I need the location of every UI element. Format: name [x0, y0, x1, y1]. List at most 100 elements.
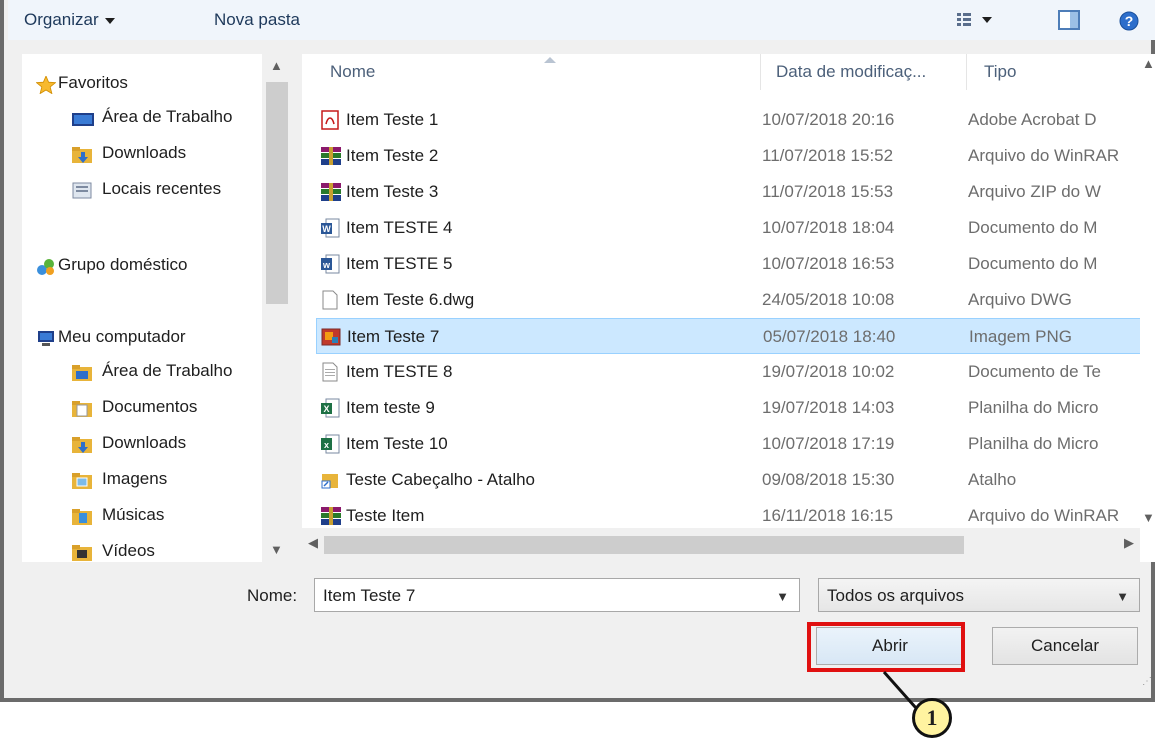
file-type: Imagem PNG — [969, 327, 1072, 346]
scroll-up-arrow-icon[interactable]: ▲ — [270, 58, 283, 73]
organize-label: Organizar — [24, 10, 99, 29]
file-type: Adobe Acrobat D — [968, 110, 1097, 129]
documents-folder-icon — [72, 398, 92, 417]
videos-folder-icon — [72, 542, 92, 561]
file-type: Arquivo do WinRAR — [968, 146, 1120, 165]
scroll-down-arrow-icon[interactable]: ▼ — [1142, 510, 1155, 525]
file-name-input[interactable]: Item Teste 7 ▼ — [314, 578, 800, 612]
excel-xlsx-icon: x — [320, 434, 340, 454]
shortcut-icon — [320, 470, 340, 490]
file-type: Arquivo ZIP do W — [968, 182, 1101, 201]
file-name: Teste Cabeçalho - Atalho — [346, 470, 536, 489]
chevron-down-icon[interactable]: ▼ — [776, 589, 789, 604]
homegroup-icon — [36, 256, 54, 275]
file-date: 10/07/2018 20:16 — [762, 110, 895, 129]
file-date: 11/07/2018 15:52 — [762, 146, 894, 165]
organize-menu[interactable]: Organizar — [24, 10, 115, 30]
nav-label: Área de Trabalho — [102, 107, 233, 126]
file-row[interactable]: w Item TESTE 5 10/07/2018 16:53 Documento d… — [316, 246, 1144, 282]
toolbar: Organizar Nova pasta ? — [8, 0, 1155, 40]
file-row[interactable]: Item Teste 6.dwg 24/05/2018 10:08 Arquivo … — [316, 282, 1144, 318]
nav-label: Imagens — [102, 469, 168, 488]
scroll-left-arrow-icon[interactable]: ◀ — [308, 535, 318, 551]
column-header-date[interactable]: Data de modificaç... — [776, 62, 926, 82]
preview-pane-icon[interactable] — [1058, 10, 1080, 35]
file-list-horizontal-scrollbar[interactable]: ◀ ▶ — [302, 528, 1144, 562]
file-type: Planilha do Micro — [968, 398, 1099, 417]
file-name: Item TESTE 4 — [346, 218, 453, 237]
file-name-label: Nome: — [247, 586, 298, 605]
desktop-folder-icon — [72, 362, 92, 381]
chevron-down-icon[interactable]: ▼ — [1116, 589, 1129, 604]
file-list-vertical-scrollbar[interactable]: ▲ ▼ — [1140, 54, 1155, 562]
resize-grip-icon[interactable]: ⋰ — [1142, 676, 1152, 687]
file-date: 10/07/2018 18:04 — [762, 218, 895, 237]
file-date: 05/07/2018 18:40 — [763, 327, 896, 346]
svg-text:?: ? — [1125, 13, 1134, 29]
column-header-type[interactable]: Tipo — [984, 62, 1016, 82]
file-date: 09/08/2018 15:30 — [762, 470, 895, 489]
file-date: 11/07/2018 15:53 — [762, 182, 894, 201]
file-date: 24/05/2018 10:08 — [762, 290, 895, 309]
file-row[interactable]: Item Teste 1 10/07/2018 20:16 Adobe Acroba… — [316, 102, 1144, 138]
file-name: Item Teste 7 — [347, 327, 440, 346]
nav-label: Favoritos — [58, 73, 128, 92]
file-type: Atalho — [968, 470, 1017, 489]
file-row[interactable]: X Item teste 9 19/07/2018 14:03 Planilha do… — [316, 390, 1144, 426]
svg-text:x: x — [324, 440, 329, 450]
new-folder-button[interactable]: Nova pasta — [214, 10, 300, 30]
file-name: Teste Item — [346, 506, 425, 525]
file-row[interactable]: Teste Cabeçalho - Atalho 09/08/2018 15:30… — [316, 462, 1144, 498]
navigation-pane: Favoritos Área de Trabalho Downloads Loc… — [22, 54, 262, 562]
desktop-icon — [72, 108, 94, 126]
chevron-down-icon — [104, 17, 115, 24]
file-name-value: Item Teste 7 — [323, 586, 416, 605]
file-type-value: Todos os arquivos — [827, 586, 965, 605]
cancel-button[interactable]: Cancelar — [992, 627, 1138, 665]
file-row[interactable]: Item TESTE 8 19/07/2018 10:02 Documento de… — [316, 354, 1144, 390]
nav-label: Locais recentes — [102, 179, 222, 198]
nav-label: Grupo doméstico — [58, 255, 188, 274]
column-header-name[interactable]: Nome — [330, 62, 375, 82]
nav-scrollbar-thumb[interactable] — [266, 82, 288, 304]
svg-text:X: X — [323, 404, 329, 414]
file-name: Item Teste 3 — [346, 182, 439, 201]
file-date: 19/07/2018 10:02 — [762, 362, 895, 381]
file-row[interactable]: Item Teste 2 11/07/2018 15:52 Arquivo do W… — [316, 138, 1144, 174]
winrar-icon — [320, 146, 341, 166]
computer-icon — [36, 328, 54, 346]
file-type: Documento de Te — [968, 362, 1101, 381]
scroll-right-arrow-icon[interactable]: ▶ — [1124, 535, 1134, 551]
file-name: Item teste 9 — [346, 398, 435, 417]
file-name: Item Teste 2 — [346, 146, 439, 165]
file-name: Item Teste 10 — [346, 434, 448, 453]
file-row[interactable]: Item Teste 3 11/07/2018 15:53 Arquivo ZIP … — [316, 174, 1144, 210]
nav-label: Músicas — [102, 505, 165, 524]
horizontal-scrollbar-thumb[interactable] — [324, 536, 964, 554]
scroll-down-arrow-icon[interactable]: ▼ — [270, 542, 283, 557]
help-icon[interactable]: ? — [1118, 10, 1140, 37]
file-name: Item TESTE 8 — [346, 362, 453, 381]
file-row[interactable]: W Item TESTE 4 10/07/2018 18:04 Documento d… — [316, 210, 1144, 246]
file-row[interactable]: x Item Teste 10 10/07/2018 17:19 Planilha d… — [316, 426, 1144, 462]
word-doc-icon: W — [320, 218, 340, 238]
excel-xls-icon: X — [320, 398, 340, 418]
blank-file-icon — [320, 290, 340, 310]
scroll-up-arrow-icon[interactable]: ▲ — [1142, 56, 1155, 71]
nav-label: Vídeos — [102, 541, 155, 560]
file-row[interactable]: Item Teste 7 05/07/2018 18:40 Imagem PNG — [316, 318, 1144, 354]
file-date: 19/07/2018 14:03 — [762, 398, 895, 417]
file-type-filter[interactable]: Todos os arquivos ▼ — [818, 578, 1140, 612]
column-header-row: Nome Data de modificaç... Tipo — [302, 54, 1144, 90]
file-date: 10/07/2018 17:19 — [762, 434, 895, 453]
view-list-icon[interactable] — [956, 12, 996, 33]
file-type: Arquivo do WinRAR — [968, 506, 1120, 525]
svg-text:W: W — [322, 224, 331, 234]
text-file-icon — [320, 362, 340, 382]
svg-text:w: w — [322, 260, 331, 270]
pdf-icon — [320, 110, 340, 130]
file-name: Item Teste 1 — [346, 110, 439, 129]
file-type: Planilha do Micro — [968, 434, 1099, 453]
nav-label: Documentos — [102, 397, 198, 416]
nav-label: Meu computador — [58, 327, 186, 346]
